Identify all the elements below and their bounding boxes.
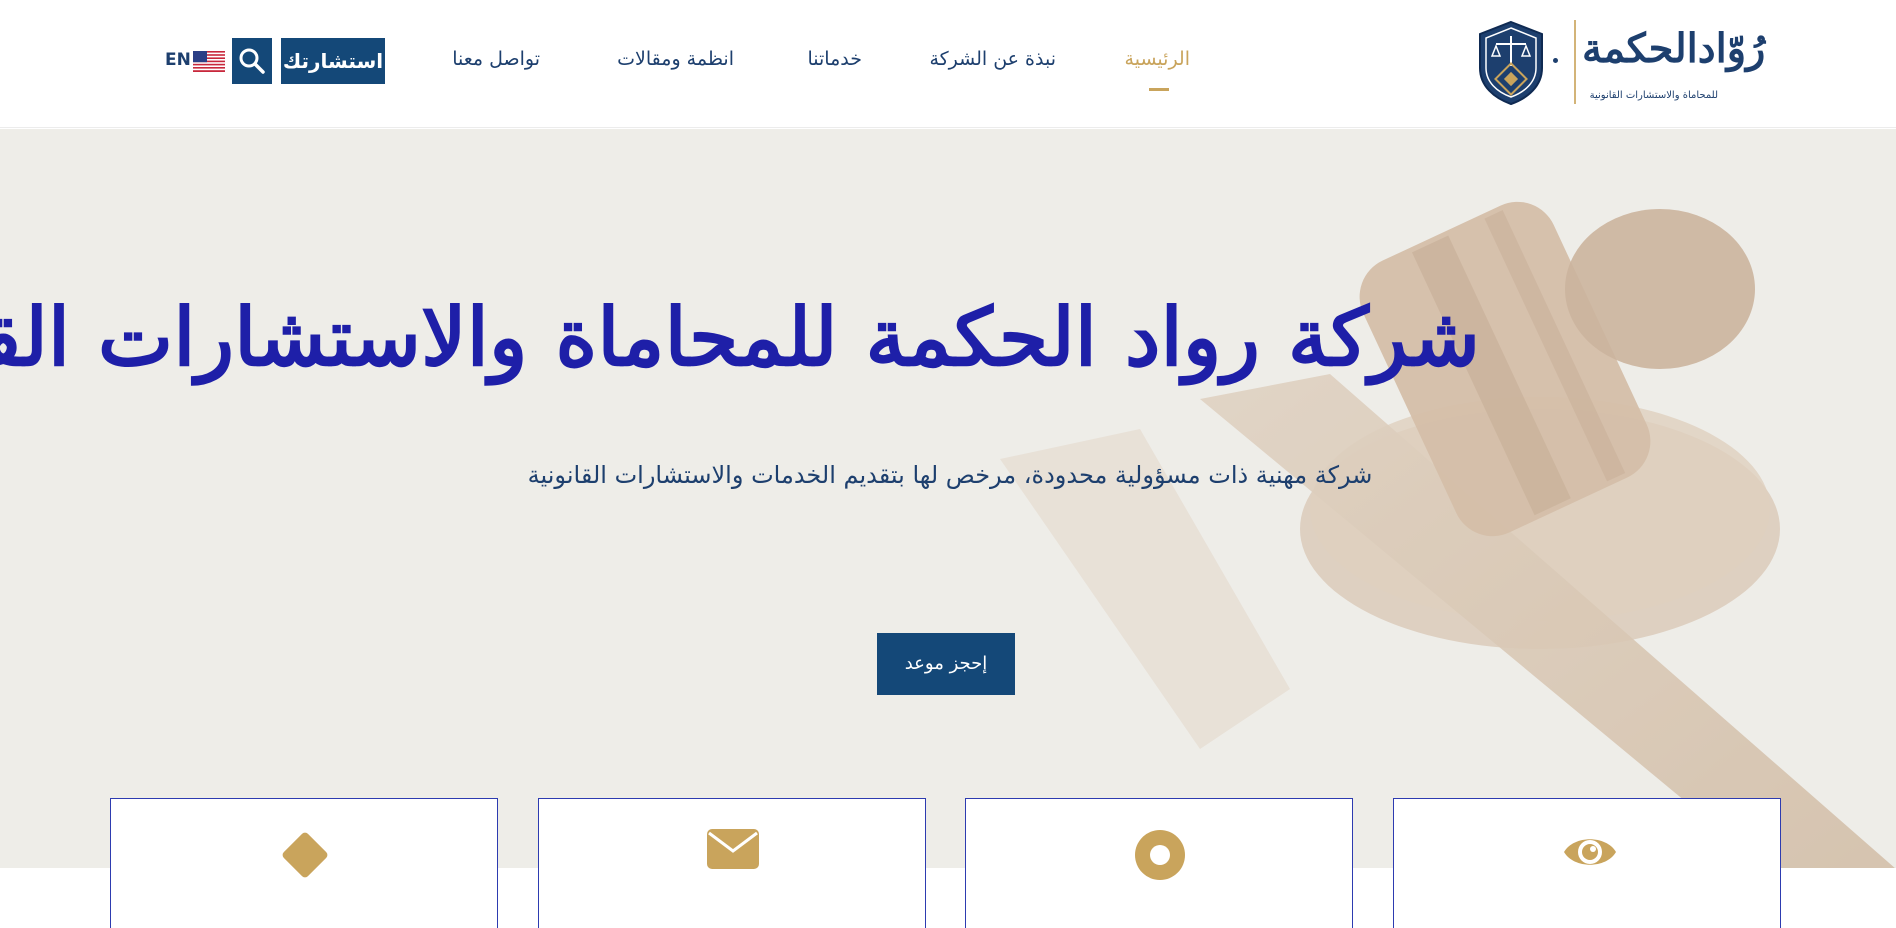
search-button[interactable] bbox=[232, 38, 272, 84]
diamond-icon bbox=[282, 832, 328, 878]
nav-active-underline bbox=[1149, 88, 1169, 91]
feature-card-mission[interactable] bbox=[965, 798, 1353, 928]
language-switch[interactable]: EN bbox=[165, 50, 191, 70]
scales-shield-icon bbox=[1479, 20, 1543, 106]
brand-tagline: للمحاماة والاستشارات القانونية bbox=[1589, 90, 1718, 101]
nav-item-home[interactable]: الرئيسية bbox=[1125, 48, 1190, 70]
envelope-icon bbox=[707, 829, 759, 869]
search-icon bbox=[239, 48, 265, 74]
consultation-button[interactable]: استشارتك bbox=[281, 38, 385, 84]
eye-icon bbox=[1564, 839, 1616, 865]
gavel-image bbox=[0, 129, 1896, 913]
feature-card-values[interactable] bbox=[110, 798, 498, 928]
us-flag-icon[interactable] bbox=[193, 51, 225, 72]
site-header: رُوّادالحكمة للمحاماة والاستشارات القانو… bbox=[0, 0, 1896, 128]
logo-divider bbox=[1574, 20, 1576, 104]
nav-item-contact[interactable]: تواصل معنا bbox=[452, 48, 540, 70]
nav-item-services[interactable]: خدماتنا bbox=[808, 48, 863, 70]
hero-subtitle: شركة مهنية ذات مسؤولية محدودة، مرخص لها … bbox=[527, 461, 1373, 489]
logo-separator-dot bbox=[1553, 58, 1558, 63]
nav-item-articles[interactable]: انظمة ومقالات bbox=[617, 48, 734, 70]
feature-card-message[interactable] bbox=[538, 798, 926, 928]
hero-section: شركة رواد الحكمة للمحاماة والاستشارات ال… bbox=[0, 129, 1896, 913]
nav-item-about[interactable]: نبذة عن الشركة bbox=[929, 48, 1056, 70]
brand-name: رُوّادالحكمة bbox=[1582, 25, 1766, 72]
hero-calligraphy-title: شركة رواد الحكمة للمحاماة والاستشارات ال… bbox=[0, 290, 1482, 384]
brand-logo[interactable]: رُوّادالحكمة للمحاماة والاستشارات القانو… bbox=[1476, 18, 1766, 108]
feature-card-vision[interactable] bbox=[1393, 798, 1781, 928]
target-icon bbox=[1135, 830, 1185, 880]
book-appointment-button[interactable]: إحجز موعد bbox=[877, 633, 1015, 695]
